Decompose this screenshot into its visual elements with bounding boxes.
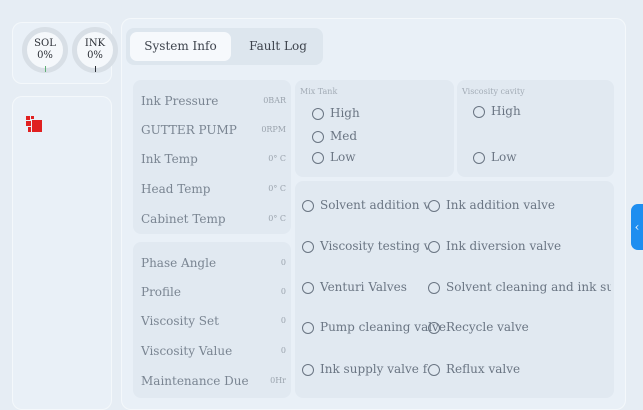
param-value: 0	[280, 258, 286, 267]
radio-circle-icon	[302, 200, 314, 212]
valve-ink-addition[interactable]: Ink addition valve	[428, 198, 555, 216]
mix-tank-title: Mix Tank	[300, 87, 338, 96]
status-value: 0RPM	[261, 125, 286, 134]
param-value: 0	[280, 316, 286, 325]
status-value: 0° C	[268, 214, 286, 223]
mix-tank-level-label: Med	[330, 129, 358, 143]
status-row-ink-pressure: Ink Pressure 0BAR	[141, 94, 286, 114]
ink-gauge-label: INK	[84, 38, 106, 49]
radio-circle-icon	[428, 200, 440, 212]
valve-label: Ink addition valve	[446, 198, 555, 212]
sol-level-gauge: SOL 0%	[22, 27, 68, 73]
valve-label: Solvent addition val	[320, 198, 428, 212]
ink-level-gauge: INK 0%	[72, 27, 118, 73]
brand-logo-icon	[26, 116, 42, 132]
valve-ink-supply[interactable]: Ink supply valve for	[302, 362, 428, 380]
viscosity-level-label: Low	[491, 150, 517, 164]
radio-circle-icon	[428, 364, 440, 376]
radio-circle-icon	[312, 152, 324, 164]
param-row-profile: Profile 0	[141, 285, 286, 305]
tab-bar: System Info Fault Log	[126, 28, 323, 65]
param-row-viscosity-set: Viscosity Set 0	[141, 314, 286, 334]
radio-circle-icon	[312, 108, 324, 120]
param-value: 0	[280, 287, 286, 296]
valve-reflux[interactable]: Reflux valve	[428, 362, 520, 380]
param-label: Maintenance Due	[141, 374, 249, 388]
radio-circle-icon	[428, 241, 440, 253]
radio-circle-icon	[302, 322, 314, 334]
param-label: Profile	[141, 285, 181, 299]
valve-recycle[interactable]: Recycle valve	[428, 320, 529, 338]
valve-label: Viscosity testing va	[320, 239, 428, 253]
param-value: 0Hr	[270, 376, 286, 385]
valve-label: Ink diversion valve	[446, 239, 562, 253]
chevron-left-icon: ‹	[634, 220, 640, 234]
radio-circle-icon	[473, 106, 485, 118]
status-row-gutter-pump: GUTTER PUMP 0RPM	[141, 123, 286, 143]
status-value: 0BAR	[263, 96, 286, 105]
radio-circle-icon	[302, 241, 314, 253]
side-drawer-handle[interactable]: ‹	[631, 204, 643, 250]
radio-circle-icon	[302, 282, 314, 294]
param-row-phase-angle: Phase Angle 0	[141, 256, 286, 276]
param-label: Viscosity Set	[141, 314, 219, 328]
valve-label: Recycle valve	[446, 320, 529, 334]
radio-circle-icon	[302, 364, 314, 376]
status-label: Ink Temp	[141, 152, 198, 166]
tab-system-info[interactable]: System Info	[130, 32, 231, 61]
param-value: 0	[280, 346, 286, 355]
status-value: 0° C	[268, 184, 286, 193]
mix-tank-level-label: High	[330, 106, 360, 120]
mix-tank-high-indicator: High	[312, 106, 360, 124]
status-row-ink-temp: Ink Temp 0° C	[141, 152, 286, 172]
mix-tank-med-indicator: Med	[312, 129, 357, 147]
mix-tank-level-label: Low	[330, 150, 356, 164]
valve-label: Reflux valve	[446, 362, 521, 376]
radio-circle-icon	[312, 131, 324, 143]
viscosity-cavity-title: Viscosity cavity	[462, 87, 525, 96]
status-value: 0° C	[268, 154, 286, 163]
valve-label: Ink supply valve for	[320, 362, 428, 376]
status-label: Cabinet Temp	[141, 212, 226, 226]
ink-gauge-value: 0%	[87, 50, 103, 61]
valve-label: Venturi Valves	[320, 280, 407, 294]
valve-viscosity-testing[interactable]: Viscosity testing va	[302, 239, 428, 257]
status-label: GUTTER PUMP	[141, 123, 237, 137]
status-label: Head Temp	[141, 182, 211, 196]
mix-tank-low-indicator: Low	[312, 150, 355, 168]
valve-solvent-addition[interactable]: Solvent addition val	[302, 198, 428, 216]
sol-gauge-indicator	[45, 66, 46, 72]
param-row-maintenance-due: Maintenance Due 0Hr	[141, 374, 286, 394]
valve-solvent-cleaning[interactable]: Solvent cleaning and ink suppl	[428, 280, 611, 298]
viscosity-low-indicator: Low	[473, 150, 516, 168]
status-label: Ink Pressure	[141, 94, 219, 108]
tab-fault-log[interactable]: Fault Log	[236, 32, 320, 61]
valve-ink-diversion[interactable]: Ink diversion valve	[428, 239, 561, 257]
status-row-cabinet-temp: Cabinet Temp 0° C	[141, 212, 286, 232]
sol-gauge-value: 0%	[37, 50, 53, 61]
sol-gauge-label: SOL	[34, 38, 56, 49]
param-label: Phase Angle	[141, 256, 217, 270]
side-panel	[12, 96, 112, 410]
radio-circle-icon	[428, 322, 440, 334]
status-row-head-temp: Head Temp 0° C	[141, 182, 286, 202]
param-row-viscosity-value: Viscosity Value 0	[141, 344, 286, 364]
valve-label: Solvent cleaning and ink suppl	[446, 280, 611, 294]
valve-venturi[interactable]: Venturi Valves	[302, 280, 407, 298]
viscosity-level-label: High	[491, 104, 521, 118]
radio-circle-icon	[428, 282, 440, 294]
viscosity-high-indicator: High	[473, 104, 521, 122]
param-label: Viscosity Value	[141, 344, 233, 358]
ink-gauge-indicator	[95, 66, 96, 72]
radio-circle-icon	[473, 152, 485, 164]
valve-pump-cleaning[interactable]: Pump cleaning valve	[302, 320, 446, 338]
